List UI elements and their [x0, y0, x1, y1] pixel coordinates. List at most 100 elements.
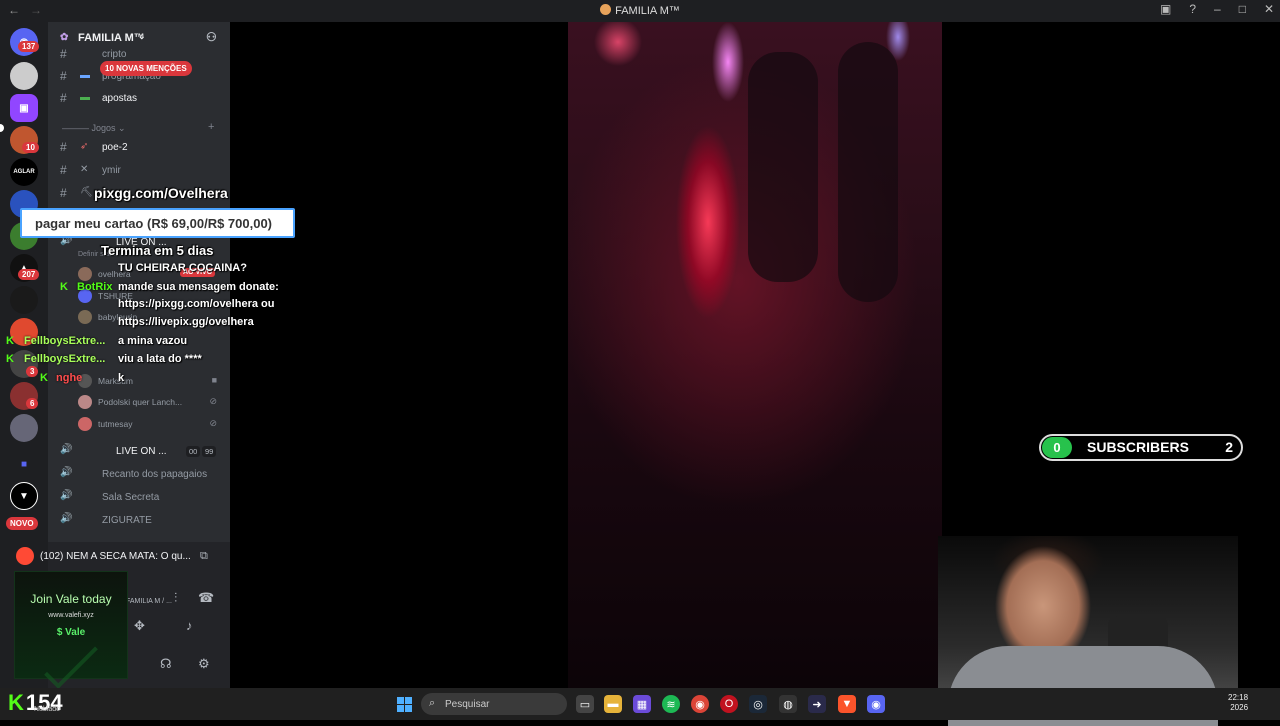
taskbar-search[interactable]: ⌕ Pesquisar	[421, 693, 567, 715]
subscribers-right-count: 2	[1225, 439, 1233, 455]
discord-taskbar-icon[interactable]: ◉	[867, 695, 885, 713]
chat-username: nghe	[56, 372, 83, 384]
voice-user-tutmesay[interactable]: tutmesay ⊘	[78, 415, 223, 433]
camera-icon: ■	[211, 375, 217, 385]
chat-message: k	[118, 372, 125, 384]
deafened-icon: ⊘	[209, 418, 217, 428]
app-icon	[600, 4, 612, 15]
noise-suppression-icon[interactable]: ⫶	[174, 590, 177, 606]
disconnect-icon[interactable]: ☎	[198, 590, 214, 606]
weather-text: Nublado	[34, 706, 61, 713]
home-badge: 137	[18, 41, 40, 52]
donation-goal: pagar meu cartao (R$ 69,00/R$ 700,00)	[20, 208, 295, 238]
chrome-icon[interactable]: ◉	[691, 695, 709, 713]
avatar	[78, 417, 92, 431]
task-view-icon[interactable]: ▭	[576, 695, 594, 713]
voice-user-name: Podolski quer Lanch...	[98, 397, 183, 407]
window-title: FAMILIA M™	[0, 4, 1280, 17]
channel-label: cripto	[102, 49, 127, 60]
chat-message: https://pixgg.com/ovelhera ou	[118, 298, 275, 310]
server-badge-10: 10	[22, 142, 39, 153]
spotify-icon[interactable]: ≋	[662, 695, 680, 713]
voice-count-b: 99	[202, 446, 217, 457]
server-boost-icon: ✿	[60, 32, 69, 43]
server-icon-12[interactable]	[10, 414, 38, 442]
voice-channel-zigurate[interactable]: 🔊 ZIGURATE	[48, 510, 230, 530]
server-icon-vale[interactable]: ▼	[10, 482, 38, 510]
chevron-down-icon: ⌄	[138, 31, 146, 41]
voice-user-marksum[interactable]: Marksum ■	[78, 372, 223, 390]
server-icon-aglar[interactable]: AGLAR	[10, 158, 38, 186]
goal-term: Termina em 5 dias	[101, 243, 214, 258]
brave-icon	[16, 547, 34, 565]
subscribers-label: SUBSCRIBERS	[1087, 439, 1189, 455]
system-clock[interactable]: 22:18 2026	[1228, 693, 1248, 713]
minimize-button[interactable]: –	[1214, 2, 1221, 16]
window-title-text: FAMILIA M™	[615, 5, 680, 17]
kick-icon: K	[6, 353, 14, 365]
headphones-icon[interactable]: ☊	[160, 656, 172, 672]
chat-message: viu a lata do ****	[118, 353, 202, 365]
clock-date: 2026	[1230, 703, 1249, 712]
app-grid-icon[interactable]: ▦	[633, 695, 651, 713]
inbox-icon[interactable]: ▣	[1160, 2, 1171, 16]
invite-user-icon[interactable]: ⚇	[206, 30, 217, 44]
activities-icon[interactable]: ✥	[134, 618, 145, 634]
search-placeholder: Pesquisar	[445, 699, 490, 710]
voice-user-name: tutmesay	[98, 419, 133, 429]
hash-icon: #	[60, 163, 67, 177]
steam-icon[interactable]: ◎	[749, 695, 767, 713]
window-controls: ▣ ? – □ ✕	[1160, 2, 1274, 16]
activity-bar[interactable]: (102) NEM A SECA MATA: O qu... ⧉	[10, 542, 222, 572]
subscribers-widget: 0 SUBSCRIBERS 2	[1039, 434, 1243, 461]
opera-icon[interactable]: O	[720, 695, 738, 713]
active-pill	[0, 124, 4, 132]
settings-gear-icon[interactable]: ⚙	[198, 656, 210, 672]
chat-message: TU CHEIRAR COCAINA?	[118, 262, 247, 274]
hash-icon: #	[60, 91, 67, 105]
add-channel-icon[interactable]: +	[208, 121, 214, 133]
folder-icon[interactable]: ■	[10, 450, 38, 478]
server-name: FAMILIA M™	[78, 32, 145, 44]
ad-url: www.valefi.xyz	[48, 612, 94, 619]
file-explorer-icon[interactable]: ▬	[604, 695, 622, 713]
popout-icon[interactable]: ⧉	[200, 550, 208, 563]
new-badge: NOVO	[6, 517, 38, 530]
activity-text: (102) NEM A SECA MATA: O qu...	[40, 551, 191, 562]
swords-icon: ✕	[80, 164, 89, 175]
streamerlab-icon[interactable]	[10, 286, 38, 314]
speaker-icon: 🔊	[60, 467, 73, 478]
maximize-button[interactable]: □	[1239, 2, 1246, 16]
new-mentions-pill[interactable]: 10 NOVAS MENÇÕES	[100, 61, 192, 76]
voice-channel-label: Recanto dos papagaios	[102, 469, 208, 480]
hash-icon: #	[60, 69, 67, 83]
chat-message: https://livepix.gg/ovelhera	[118, 316, 254, 328]
voice-channel-recanto[interactable]: 🔊 Recanto dos papagaios	[48, 464, 230, 484]
channel-label: ymir	[102, 165, 121, 176]
brave-browser-icon[interactable]: ▼	[838, 695, 856, 713]
avatar	[78, 395, 92, 409]
voice-channel-sala-secreta[interactable]: 🔊 Sala Secreta	[48, 487, 230, 507]
avatar	[78, 310, 92, 324]
category-games[interactable]: ——— Jogos ⌄	[62, 123, 126, 134]
close-button[interactable]: ✕	[1264, 2, 1274, 16]
hash-icon: #	[60, 186, 67, 200]
video-figure	[748, 52, 818, 282]
soundboard-icon[interactable]: ♪	[186, 618, 193, 633]
search-icon: ⌕	[429, 697, 436, 709]
channel-poe-2[interactable]: # ➶ poe-2	[48, 137, 230, 157]
help-icon[interactable]: ?	[1189, 2, 1196, 16]
goal-text: pagar meu cartao (R$ 69,00/R$ 700,00)	[35, 216, 273, 231]
windows-start-icon[interactable]	[397, 697, 412, 712]
app-icon-arrow[interactable]: ➜	[808, 695, 826, 713]
channel-apostas[interactable]: # ▬ apostas	[48, 88, 230, 108]
twitch-server-icon[interactable]: ▣	[10, 94, 38, 122]
laptop-icon: ▬	[80, 70, 90, 81]
stream-video	[568, 22, 942, 688]
vale-ad[interactable]: Join Vale today www.valefi.xyz $ Vale	[14, 571, 128, 689]
voice-user-podolski[interactable]: Podolski quer Lanch... ⊘	[78, 393, 223, 411]
server-icon-1[interactable]	[10, 62, 38, 90]
obs-icon[interactable]: ◍	[779, 695, 797, 713]
pickaxe-icon: ⛏	[80, 187, 93, 198]
channel-ymir[interactable]: # ✕ ymir	[48, 160, 230, 180]
